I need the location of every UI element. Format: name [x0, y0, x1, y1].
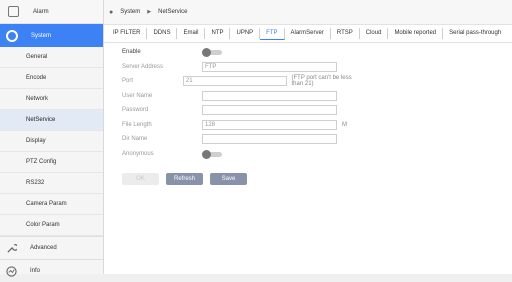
file-length-unit: M — [342, 122, 347, 128]
tab-mobile-reported[interactable]: Mobile reported — [388, 28, 444, 39]
sidebar-item-encode[interactable]: Encode — [0, 68, 103, 89]
enable-row: Enable — [122, 47, 222, 57]
port-row: Port 21 (FTP port can't be less than 21) — [122, 75, 355, 87]
gear-icon — [6, 29, 18, 42]
anonymous-row: Anonymous — [122, 149, 222, 159]
password-field[interactable] — [202, 105, 337, 115]
sidebar-item-label: General — [26, 54, 48, 60]
tab-upnp[interactable]: UPNP — [230, 28, 261, 39]
username-label: User Name — [122, 93, 153, 99]
sidebar-item-label: NetService — [26, 117, 56, 123]
sidebar: Alarm System General Encode Network NetS… — [0, 0, 104, 277]
server-address-label: Server Address — [122, 64, 164, 70]
sidebar-item-rs232[interactable]: RS232 — [0, 173, 103, 194]
tab-rtsp[interactable]: RTSP — [331, 28, 360, 39]
sidebar-item-label: Encode — [26, 75, 47, 81]
tab-alarmserver[interactable]: AlarmServer — [285, 28, 331, 39]
sidebar-item-label: Alarm — [33, 8, 49, 15]
sidebar-item-ptz-config[interactable]: PTZ Config — [0, 152, 103, 173]
breadcrumb-current: NetService — [158, 9, 188, 15]
location-pin-icon: ● — [109, 8, 114, 16]
breadcrumb: ● System ▶ NetService — [104, 0, 512, 25]
tab-email[interactable]: Email — [177, 28, 206, 39]
sidebar-item-general[interactable]: General — [0, 47, 103, 68]
password-row: Password — [122, 105, 337, 115]
file-length-field[interactable]: 128 — [202, 120, 337, 130]
dir-name-label: Dir Name — [122, 136, 148, 142]
tab-ntp[interactable]: NTP — [205, 28, 231, 39]
tab-serial-pass-through[interactable]: Serial pass-through — [443, 28, 507, 39]
sidebar-item-netservice[interactable]: NetService — [0, 110, 103, 131]
password-label: Password — [122, 107, 149, 113]
breadcrumb-root[interactable]: System — [120, 9, 140, 15]
sidebar-item-label: Display — [26, 138, 46, 144]
server-address-row: Server Address FTP — [122, 62, 337, 72]
sidebar-item-advanced[interactable]: Advanced — [0, 236, 103, 259]
button-bar: OK Refresh Save — [122, 173, 247, 185]
file-length-label: File Length — [122, 122, 152, 128]
sidebar-item-label: Color Param — [26, 222, 60, 228]
dir-name-row: Dir Name — [122, 134, 337, 144]
sidebar-item-alarm[interactable]: Alarm — [0, 0, 103, 24]
sidebar-item-network[interactable]: Network — [0, 89, 103, 110]
dir-name-field[interactable] — [202, 134, 337, 144]
tab-ip-filter[interactable]: IP FILTER — [107, 28, 148, 39]
sidebar-item-camera-param[interactable]: Camera Param — [0, 194, 103, 215]
sidebar-item-label: System — [31, 32, 52, 39]
port-hint: (FTP port can't be less than 21) — [291, 75, 352, 87]
server-address-field[interactable]: FTP — [202, 62, 337, 72]
ok-button[interactable]: OK — [122, 173, 159, 185]
wrench-icon — [7, 243, 17, 253]
tab-cloud[interactable]: Cloud — [360, 28, 389, 39]
info-gauge-icon — [6, 265, 17, 277]
alarm-icon — [8, 6, 19, 17]
sidebar-item-color-param[interactable]: Color Param — [0, 215, 103, 236]
port-label: Port — [122, 78, 134, 84]
anonymous-toggle[interactable] — [202, 149, 222, 159]
enable-toggle[interactable] — [202, 47, 222, 57]
sidebar-item-label: RS232 — [26, 180, 45, 186]
sidebar-item-label: Info — [30, 268, 41, 274]
anonymous-label: Anonymous — [122, 151, 154, 157]
enable-label: Enable — [122, 49, 141, 55]
tab-ftp[interactable]: FTP — [260, 27, 285, 40]
username-field[interactable] — [202, 91, 337, 101]
sidebar-item-label: Camera Param — [26, 201, 67, 207]
toggle-knob — [202, 149, 211, 159]
sidebar-item-label: Advanced — [30, 245, 57, 251]
sidebar-item-info[interactable]: Info — [0, 259, 103, 282]
breadcrumb-arrow-icon: ▶ — [147, 9, 152, 15]
username-row: User Name — [122, 91, 337, 101]
sidebar-item-label: Network — [26, 96, 49, 102]
tab-ddns[interactable]: DDNS — [147, 28, 178, 39]
sidebar-item-system[interactable]: System — [0, 24, 103, 47]
sidebar-item-display[interactable]: Display — [0, 131, 103, 152]
tab-bar: IP FILTER DDNS Email NTP UPNP FTP AlarmS… — [104, 25, 512, 43]
file-length-row: File Length 128 M — [122, 120, 347, 130]
toggle-knob — [202, 47, 211, 57]
save-button[interactable]: Save — [210, 173, 247, 185]
main-panel: ● System ▶ NetService IP FILTER DDNS Ema… — [104, 0, 512, 274]
sidebar-item-label: PTZ Config — [26, 159, 57, 165]
refresh-button[interactable]: Refresh — [166, 173, 203, 185]
port-field[interactable]: 21 — [182, 76, 287, 86]
